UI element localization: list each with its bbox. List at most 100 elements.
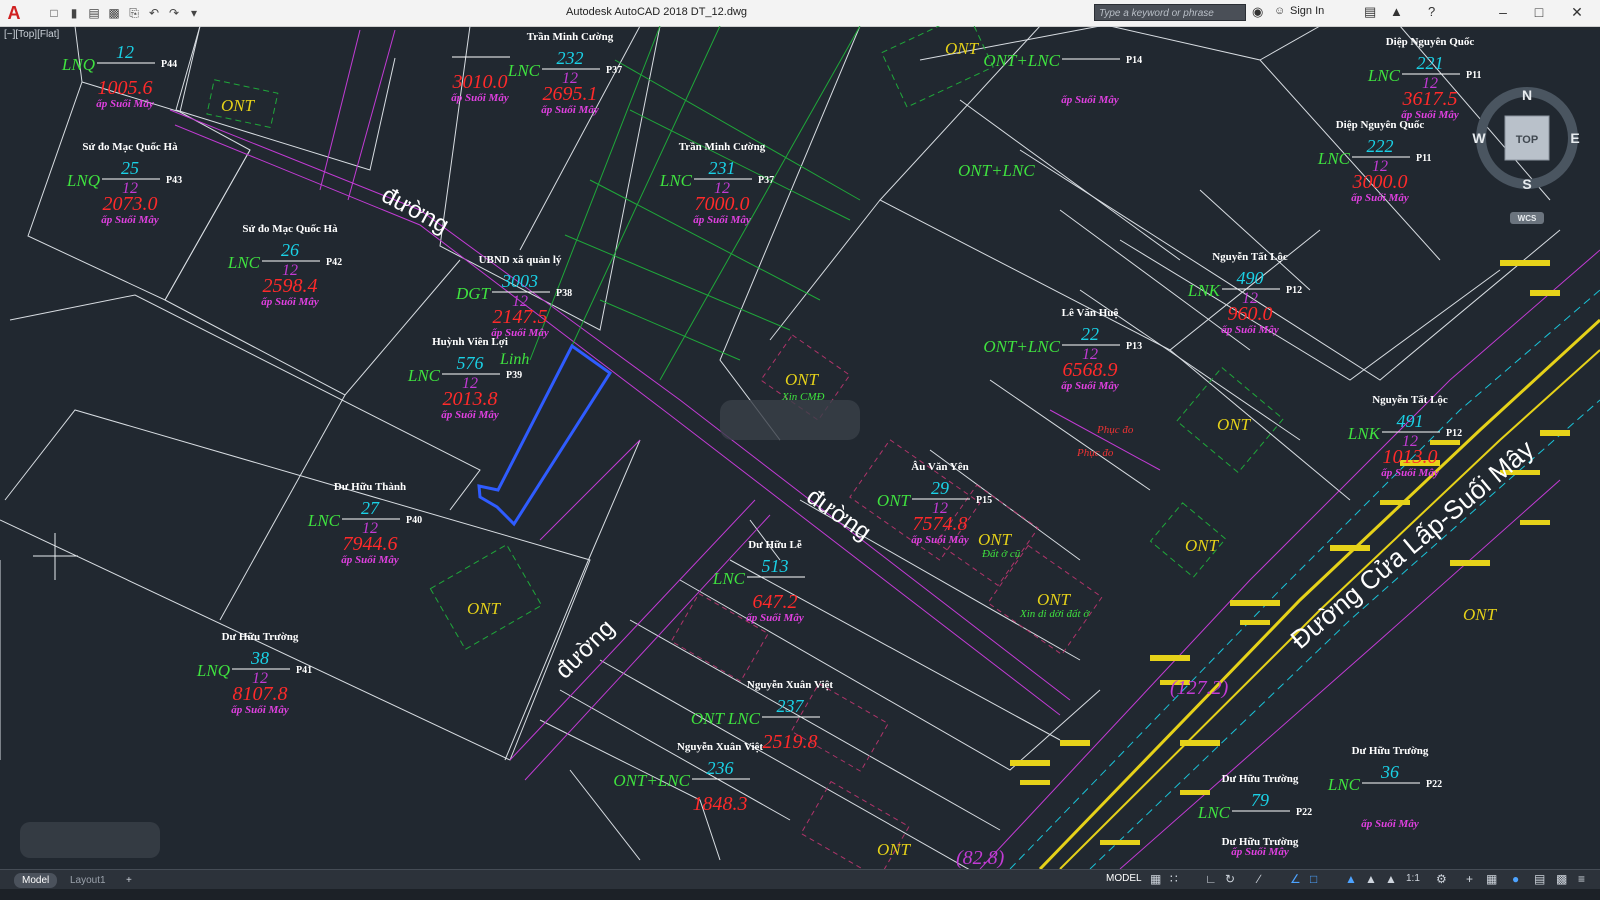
parcel-land-type: ONT+LNC	[983, 337, 1060, 356]
add-layout-button[interactable]: +	[118, 873, 140, 888]
object-snap-icon[interactable]: ∠	[1290, 872, 1301, 886]
parcel-owner: Trần Minh Cường	[527, 31, 614, 43]
ont-zone-5: ONT	[221, 96, 256, 115]
isolate-icon[interactable]: ●	[1512, 872, 1519, 886]
compass-w: W	[1472, 130, 1486, 146]
cart-icon[interactable]: ▤	[1364, 4, 1376, 20]
clean-screen-icon[interactable]: ▩	[1556, 872, 1567, 886]
parcel-land-type: ONT+LNC	[983, 51, 1060, 70]
workspace-icon[interactable]: ▦	[1486, 872, 1497, 886]
parcel-sheet: P39	[506, 370, 522, 381]
annotation-scale[interactable]: 1:1	[1406, 873, 1420, 884]
parcel-land-type: LNC	[1367, 66, 1401, 85]
customize-dropdown-icon[interactable]: ▾	[186, 5, 202, 21]
parcel-land-type: LNC	[407, 366, 441, 385]
add-icon[interactable]: +	[1466, 872, 1473, 886]
isodraft-icon[interactable]: ∕	[1258, 872, 1260, 886]
parcel-owner: Sử đo Mạc Quốc Hà	[242, 223, 338, 235]
ont-lnc-zone: ONT+LNC	[958, 161, 1035, 180]
ont-zone-2: ONT	[1217, 415, 1252, 434]
parcel-location: ấp Suối Mây	[101, 214, 159, 226]
snap-icon[interactable]: ∷	[1170, 872, 1178, 886]
parcel-area: 2013.8	[443, 388, 498, 410]
tab-layout1[interactable]: Layout1	[62, 873, 114, 888]
undo-icon[interactable]: ↶	[146, 5, 162, 21]
ont-zone-6: ONT	[785, 370, 820, 389]
minimize-button[interactable]: –	[1488, 2, 1518, 22]
parcel-sheet: P37	[606, 65, 622, 76]
parcel-owner: Dư Hữu Lễ	[748, 539, 802, 551]
redo-icon[interactable]: ↷	[166, 5, 182, 21]
customize-menu-icon[interactable]: ≡	[1578, 872, 1585, 886]
parcel-number: 26	[281, 240, 299, 260]
parcel-owner: Dư Hữu Trường	[1222, 773, 1299, 785]
parcel-location: ấp Suối Mây	[1061, 94, 1119, 106]
parcel-number: 221	[1417, 53, 1444, 73]
parcel-area: 3000.0	[1352, 171, 1408, 193]
parcel-sheet: P13	[1126, 341, 1142, 352]
binoculars-icon[interactable]: ◉	[1252, 4, 1263, 20]
annotation-visibility-icon[interactable]: ▲	[1345, 872, 1357, 886]
parcel-sheet: P44	[161, 59, 177, 70]
crosshair-cursor	[33, 533, 78, 580]
tab-model[interactable]: Model	[14, 873, 58, 888]
parcel-number: 237	[777, 696, 805, 716]
sign-in-button[interactable]: Sign In	[1290, 5, 1324, 17]
parcel-land-type: ONT	[877, 491, 912, 510]
parcel-area: 2073.0	[103, 193, 158, 215]
parcel-land-type: LNQ	[196, 661, 230, 680]
parcel-location: ấp Suối Mây	[96, 98, 154, 110]
parcel-area: 6568.9	[1063, 359, 1118, 381]
redacted-area-2	[20, 822, 160, 858]
parcel-land-type: LNC	[507, 61, 541, 80]
xin-di-doi-label: Xin di dời đất ở	[1019, 608, 1090, 620]
hardware-accel-icon[interactable]: ▤	[1534, 872, 1545, 886]
status-bar: Model Layout1 + MODEL ▦ ∷ ∟ ↻ ∕ ∠ □ ▲ ▲ …	[0, 869, 1600, 890]
save-icon[interactable]: ▤	[86, 5, 102, 21]
search-input[interactable]: Type a keyword or phrase	[1094, 4, 1246, 21]
parcel-sheet: P41	[296, 665, 312, 676]
drawing-canvas[interactable]: đường đường đường Đường Cửa Lấp-Suối Mây…	[0, 26, 1600, 869]
parcel-number: 222	[1367, 136, 1394, 156]
parcel-number: 38	[250, 648, 269, 668]
annotation-scale-icon[interactable]: ▲	[1385, 872, 1397, 886]
object-snap-tracking-icon[interactable]: □	[1310, 872, 1317, 886]
autocad-logo-icon[interactable]: A	[3, 2, 25, 24]
ortho-icon[interactable]: ∟	[1205, 872, 1217, 886]
parcel-owner: Nguyễn Tất Lộc	[1212, 251, 1288, 263]
parcel-area: 2147.5	[493, 306, 548, 328]
parcel-land-type: LNC	[712, 569, 746, 588]
plot-icon[interactable]: ⎘	[126, 5, 142, 21]
autoscale-icon[interactable]: ▲	[1365, 872, 1377, 886]
polar-icon[interactable]: ↻	[1225, 872, 1235, 886]
parcel-location: ấp Suối Mây	[231, 704, 289, 716]
parcel-number: 29	[931, 478, 949, 498]
new-file-icon[interactable]: □	[46, 5, 62, 21]
quick-access-toolbar: □ ▮ ▤ ▩ ⎘ ↶ ↷ ▾	[46, 5, 202, 21]
viewport-controls[interactable]: [−][Top][Flat]	[4, 29, 59, 40]
parcel-owner: Dư Hữu Trường	[222, 631, 299, 643]
model-space-button[interactable]: MODEL	[1106, 873, 1142, 884]
save-as-icon[interactable]: ▩	[106, 5, 122, 21]
help-icon[interactable]: ?	[1428, 4, 1435, 19]
parcel-sheet: P14	[1126, 55, 1142, 66]
parcel-location: ấp Suối Mây	[451, 92, 509, 104]
grid-icon[interactable]: ▦	[1150, 872, 1161, 886]
parcel-land-type: ONT+LNC	[613, 771, 690, 790]
parcel-number: 36	[1380, 762, 1399, 782]
user-icon[interactable]: ☺	[1274, 5, 1285, 17]
parcel-location: ấp Suối Mây	[911, 534, 969, 546]
open-file-icon[interactable]: ▮	[66, 5, 82, 21]
parcel-owner: Diệp Nguyên Quốc	[1386, 36, 1475, 48]
maximize-button[interactable]: □	[1524, 2, 1554, 22]
exchange-icon[interactable]: ▲	[1390, 4, 1403, 19]
close-button[interactable]: ✕	[1562, 2, 1592, 22]
parcel-area: 7574.8	[913, 513, 968, 535]
parcel-sheet: P42	[326, 257, 342, 268]
settings-gear-icon[interactable]: ⚙	[1436, 872, 1447, 886]
parcel-number: 576	[457, 353, 484, 373]
viewcube[interactable]: TOP N S E W WCS	[1472, 87, 1580, 224]
parcel-land-type: LNQ	[61, 55, 95, 74]
selected-parcel[interactable]	[477, 343, 613, 527]
parcel-number: 491	[1397, 411, 1424, 431]
